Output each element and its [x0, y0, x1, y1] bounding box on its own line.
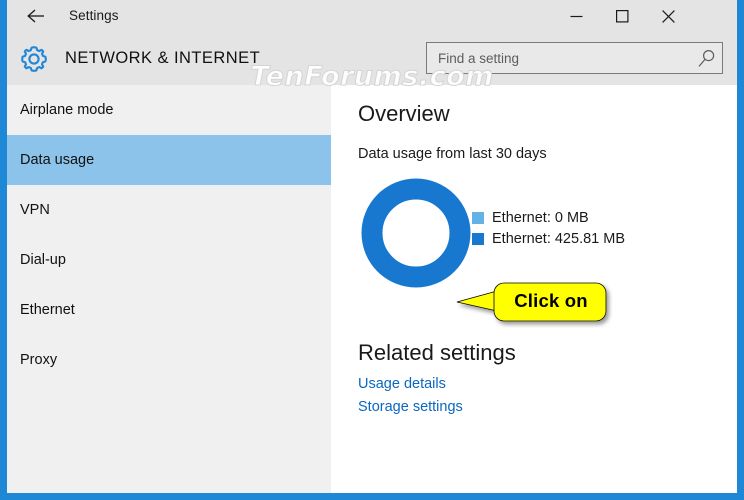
search-box[interactable] — [426, 42, 723, 74]
overview-heading: Overview — [358, 101, 450, 127]
data-usage-donut-chart — [361, 178, 471, 288]
page-title: NETWORK & INTERNET — [65, 32, 260, 85]
close-button[interactable] — [645, 0, 691, 32]
minimize-icon — [570, 11, 583, 22]
sidebar-item-label: Dial-up — [20, 252, 66, 268]
maximize-button[interactable] — [599, 0, 645, 32]
storage-settings-link[interactable]: Storage settings — [358, 399, 463, 415]
sidebar-item-airplane-mode[interactable]: Airplane mode — [7, 85, 331, 135]
sidebar-item-proxy[interactable]: Proxy — [7, 335, 331, 385]
content-pane: Overview Data usage from last 30 days Et… — [331, 85, 737, 493]
search-input[interactable] — [427, 43, 695, 73]
settings-window: Settings — [0, 0, 744, 500]
arrow-left-icon — [26, 8, 46, 24]
legend-swatch-light-blue — [472, 212, 484, 224]
legend-swatch-dark-blue — [472, 233, 484, 245]
usage-details-link[interactable]: Usage details — [358, 376, 446, 392]
title-bar: Settings — [7, 0, 737, 32]
sidebar-item-label: Airplane mode — [20, 102, 114, 118]
back-button[interactable] — [15, 0, 57, 32]
sidebar: Airplane mode Data usage VPN Dial-up Eth… — [7, 85, 331, 493]
legend-label: Ethernet: 425.81 MB — [492, 231, 625, 247]
gear-icon — [17, 42, 51, 76]
sidebar-item-label: Data usage — [20, 152, 94, 168]
window-inner: Settings — [7, 0, 737, 493]
legend-label: Ethernet: 0 MB — [492, 210, 589, 226]
legend-item: Ethernet: 425.81 MB — [472, 229, 625, 248]
sidebar-item-label: Proxy — [20, 352, 57, 368]
sidebar-item-label: Ethernet — [20, 302, 75, 318]
window-title: Settings — [69, 0, 119, 32]
sidebar-item-vpn[interactable]: VPN — [7, 185, 331, 235]
page-header: NETWORK & INTERNET — [7, 32, 737, 85]
maximize-icon — [616, 10, 629, 23]
usage-subtitle: Data usage from last 30 days — [358, 146, 547, 162]
minimize-button[interactable] — [553, 0, 599, 32]
search-icon[interactable] — [697, 49, 716, 68]
donut-segment-ethernet-used — [372, 189, 460, 277]
sidebar-item-dial-up[interactable]: Dial-up — [7, 235, 331, 285]
sidebar-item-label: VPN — [20, 202, 50, 218]
chart-legend: Ethernet: 0 MB Ethernet: 425.81 MB — [472, 208, 625, 250]
related-settings-heading: Related settings — [358, 340, 516, 366]
legend-item: Ethernet: 0 MB — [472, 208, 625, 227]
sidebar-item-ethernet[interactable]: Ethernet — [7, 285, 331, 335]
close-icon — [662, 10, 675, 23]
sidebar-item-data-usage[interactable]: Data usage — [7, 135, 331, 185]
